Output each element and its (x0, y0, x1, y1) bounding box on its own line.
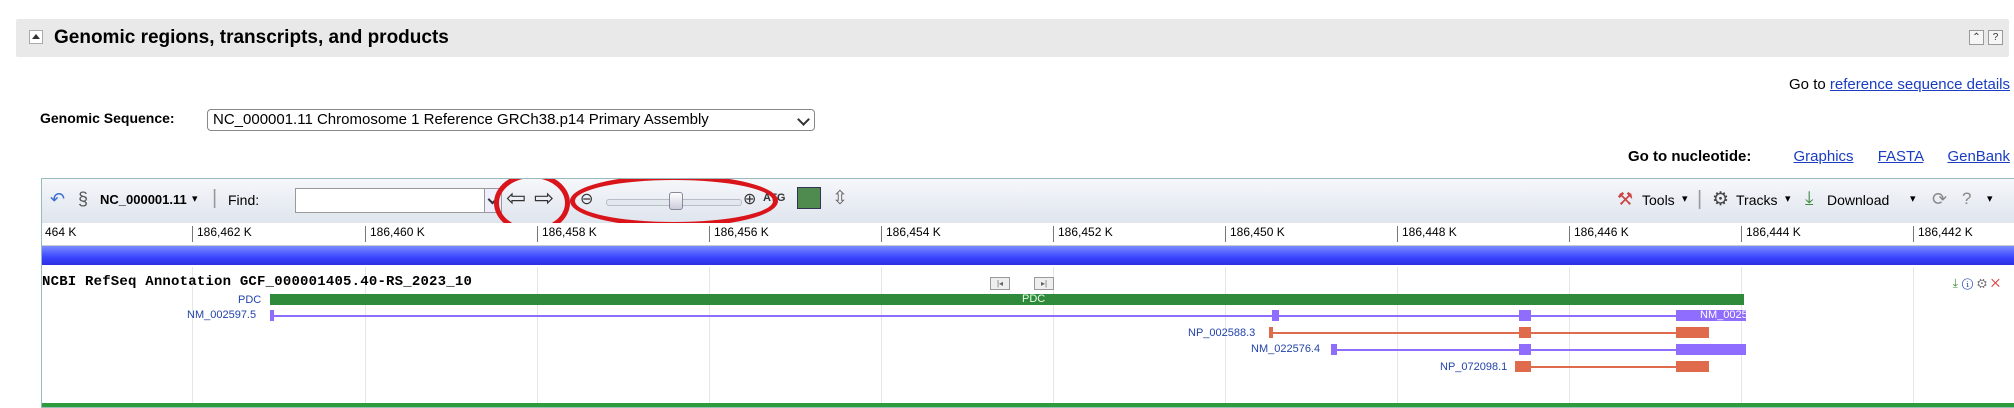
help-chevron-icon[interactable]: ▾ (1987, 192, 1993, 205)
cds (1519, 327, 1531, 338)
track-layout-icon[interactable] (797, 187, 821, 209)
exon (1519, 310, 1531, 321)
goto-nucleotide-label: Go to nucleotide: (1628, 148, 1752, 165)
genomic-sequence-label: Genomic Sequence: (40, 110, 175, 126)
cds (1676, 327, 1709, 338)
collapse-toggle-icon[interactable] (29, 30, 43, 44)
bottom-gene-track (42, 403, 2014, 407)
ruler-tick: 186,444 K (1741, 226, 1801, 242)
toolbar-divider: | (212, 187, 218, 209)
grid-line (881, 267, 882, 407)
info-icon[interactable]: ⓘ (1962, 276, 1977, 290)
ruler-tick: 186,442 K (1913, 226, 1973, 242)
toolbar-divider: | (1697, 188, 1703, 210)
ruler-tick: 186,458 K (537, 226, 597, 242)
tracks-chevron-icon[interactable]: ▾ (1785, 192, 1791, 205)
reference-details-link[interactable]: reference sequence details (1830, 76, 2010, 93)
undo-icon[interactable]: ↶ (50, 189, 65, 210)
ruler-tick: 464 K (42, 226, 76, 242)
gene-label-mid: PDC (1022, 293, 1046, 305)
goto-reference: Go to reference sequence details (1789, 76, 2010, 93)
help-question-icon[interactable]: ? (1962, 189, 1971, 209)
ruler-tick: 186,450 K (1225, 226, 1285, 242)
cds (1676, 361, 1709, 372)
ruler-tick: 186,448 K (1397, 226, 1457, 242)
download-menu[interactable]: Download (1827, 192, 1889, 208)
seq-id-menu[interactable]: NC_000001.11 (100, 192, 187, 207)
goto-nucleotide: Go to nucleotide: Graphics FASTA GenBank (1628, 148, 2010, 165)
ruler-tick: 186,456 K (709, 226, 769, 242)
fasta-link[interactable]: FASTA (1878, 148, 1924, 165)
fit-height-icon[interactable]: ⇳ (832, 187, 848, 210)
protein-label: NP_002588.3 (1188, 327, 1256, 339)
viewer-toolbar: ↶ § NC_000001.11 ▾ | Find: ⇦ ⇨ ⊖ ⊕ ATG ⇳… (42, 179, 2014, 224)
grid-line (1569, 267, 1570, 407)
genbank-link[interactable]: GenBank (1947, 148, 2010, 165)
exon (1519, 344, 1531, 355)
ruler-tick: 186,446 K (1569, 226, 1629, 242)
find-label: Find: (228, 192, 260, 208)
transcript-end-label: NM_002597.5 (1700, 309, 1770, 321)
exon (1676, 344, 1746, 355)
ruler-tick: 186,454 K (881, 226, 941, 242)
track-controls: ⤓ⓘ⚙✕ (1953, 276, 2004, 291)
track-title: NCBI RefSeq Annotation GCF_000001405.40-… (42, 274, 473, 290)
dna-icon: § (78, 189, 89, 209)
grid-line (1913, 267, 1914, 407)
chevron-down-icon (797, 113, 810, 126)
tools-icon[interactable]: ⚒ (1617, 189, 1633, 210)
gear-icon[interactable]: ⚙ (1712, 188, 1729, 211)
close-icon[interactable]: ✕ (1991, 276, 2004, 290)
goto-prefix: Go to (1789, 76, 1826, 93)
tracks-menu[interactable]: Tracks (1736, 192, 1777, 208)
download-icon[interactable]: ⤓ (1805, 188, 1813, 210)
tools-chevron-icon[interactable]: ▾ (1682, 192, 1688, 205)
section-title: Genomic regions, transcripts, and produc… (54, 27, 449, 48)
move-up-icon[interactable]: ⌃ (1969, 30, 1984, 45)
cds (1269, 327, 1273, 338)
ruler-tick: 186,452 K (1053, 226, 1113, 242)
help-icon[interactable]: ? (1988, 30, 2003, 45)
ruler-tick: 186,462 K (192, 226, 252, 242)
protein-line[interactable] (1269, 332, 1709, 334)
grid-line (1397, 267, 1398, 407)
grid-line (709, 267, 710, 407)
tools-menu[interactable]: Tools (1642, 192, 1675, 208)
protein2-label: NP_072098.1 (1440, 361, 1508, 373)
genomic-sequence-select[interactable]: NC_000001.11 Chromosome 1 Reference GRCh… (207, 109, 815, 131)
sequence-band (42, 246, 2014, 265)
seq-id-chevron-icon[interactable]: ▾ (192, 192, 198, 205)
track-settings-icon[interactable]: ⚙ (1977, 276, 1991, 290)
sequence-viewer: ↶ § NC_000001.11 ▾ | Find: ⇦ ⇨ ⊖ ⊕ ATG ⇳… (41, 178, 2014, 408)
exon (1272, 310, 1279, 321)
cds (1519, 361, 1531, 372)
section-header: Genomic regions, transcripts, and produc… (16, 19, 2009, 57)
transcript2-label: NM_022576.4 (1251, 343, 1321, 355)
graphics-link[interactable]: Graphics (1794, 148, 1854, 165)
genomic-sequence-value: NC_000001.11 Chromosome 1 Reference GRCh… (213, 111, 709, 128)
gene-label: PDC (238, 294, 262, 306)
gene-bar[interactable] (270, 294, 1744, 305)
ruler-tick: 186,460 K (365, 226, 425, 242)
next-feature-icon[interactable]: ▸| (1034, 277, 1054, 290)
grid-line (537, 267, 538, 407)
transcript-label: NM_002597.5 (187, 309, 257, 321)
exon (270, 310, 274, 321)
find-input[interactable] (295, 188, 485, 213)
prev-feature-icon[interactable]: |◂ (990, 277, 1010, 290)
exon (1331, 344, 1337, 355)
track-download-icon[interactable]: ⤓ (1953, 276, 1962, 290)
grid-line (1741, 267, 1742, 407)
position-ruler: 464 K 186,462 K 186,460 K 186,458 K 186,… (42, 223, 2014, 246)
download-chevron-icon[interactable]: ▾ (1910, 192, 1916, 205)
refresh-icon[interactable]: ⟳ (1932, 189, 1947, 210)
